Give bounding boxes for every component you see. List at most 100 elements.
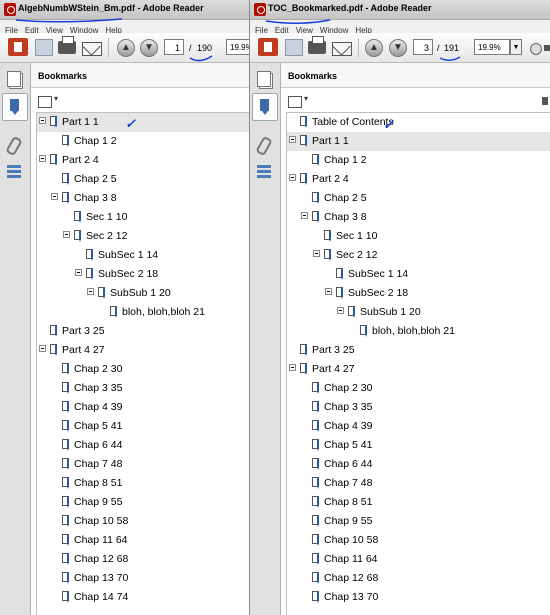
bookmark-item[interactable]: Table of Contents	[287, 113, 550, 132]
bookmark-item[interactable]: Chap 3 35	[37, 379, 249, 398]
next-page-icon[interactable]: ▼	[389, 39, 407, 57]
attachments-icon[interactable]	[5, 135, 23, 157]
bookmark-item[interactable]: Chap 8 51	[287, 493, 550, 512]
bookmark-item[interactable]: Chap 14 74	[37, 588, 249, 607]
bookmarks-panel-icon[interactable]	[2, 93, 28, 121]
collapse-toggle-icon[interactable]	[39, 117, 46, 124]
bookmark-item[interactable]: Chap 3 8	[287, 208, 550, 227]
previous-page-icon[interactable]: ▲	[117, 39, 135, 57]
bookmark-item[interactable]: SubSub 1 20	[287, 303, 550, 322]
bookmark-item[interactable]: Chap 12 68	[37, 550, 249, 569]
bookmark-item[interactable]: SubSec 1 14	[37, 246, 249, 265]
bookmark-item[interactable]: Chap 11 64	[287, 550, 550, 569]
save-icon[interactable]	[285, 39, 303, 56]
bookmark-item[interactable]: Chap 3 35	[287, 398, 550, 417]
bookmark-item[interactable]: Chap 2 5	[287, 189, 550, 208]
print-icon[interactable]	[308, 36, 326, 54]
zoom-input[interactable]: 19.9%	[226, 39, 249, 55]
collapse-toggle-icon[interactable]	[39, 345, 46, 352]
collapse-toggle-icon[interactable]	[75, 269, 82, 276]
bookmark-item[interactable]: Chap 7 48	[37, 455, 249, 474]
bookmark-item[interactable]: Chap 2 30	[287, 379, 550, 398]
bookmark-item[interactable]: SubSec 1 14	[287, 265, 550, 284]
bookmark-item[interactable]: Chap 13 70	[37, 569, 249, 588]
layers-icon[interactable]	[7, 165, 21, 179]
bookmark-item[interactable]: Chap 9 55	[287, 512, 550, 531]
bookmark-item[interactable]: Chap 9 55	[37, 493, 249, 512]
bookmark-item[interactable]: Chap 6 44	[287, 455, 550, 474]
bookmark-options-icon[interactable]	[288, 94, 308, 108]
bookmark-item[interactable]: Chap 10 58	[287, 531, 550, 550]
attachments-icon[interactable]	[255, 135, 273, 157]
bookmark-item[interactable]: Chap 6 44	[37, 436, 249, 455]
zoom-in-icon[interactable]	[530, 43, 542, 55]
bookmark-item[interactable]: Sec 1 10	[287, 227, 550, 246]
zoom-dropdown-icon[interactable]: ▼	[510, 39, 522, 55]
collapse-toggle-icon[interactable]	[325, 288, 332, 295]
print-icon[interactable]	[58, 36, 76, 54]
bookmark-item[interactable]: Sec 2 12	[287, 246, 550, 265]
bookmark-item[interactable]: Part 3 25	[287, 341, 550, 360]
bookmark-label: Chap 13 70	[74, 572, 129, 584]
toolbar-overflow-icon[interactable]	[544, 45, 550, 51]
bookmark-item[interactable]: Chap 2 5	[37, 170, 249, 189]
collapse-toggle-icon[interactable]	[313, 250, 320, 257]
next-page-icon[interactable]: ▼	[140, 39, 158, 57]
bookmarks-panel-icon[interactable]	[252, 93, 278, 121]
collapse-toggle-icon[interactable]	[289, 364, 296, 371]
bookmark-item[interactable]: Chap 10 58	[37, 512, 249, 531]
bookmark-item[interactable]: Chap 8 51	[37, 474, 249, 493]
bookmark-item[interactable]: Sec 2 12	[37, 227, 249, 246]
bookmark-label: Part 2 4	[62, 154, 99, 166]
bookmark-item[interactable]: Chap 5 41	[37, 417, 249, 436]
create-pdf-icon[interactable]	[8, 38, 28, 56]
bookmark-item[interactable]: Chap 4 39	[287, 417, 550, 436]
bookmark-item[interactable]: Part 2 4	[287, 170, 550, 189]
collapse-toggle-icon[interactable]	[63, 231, 70, 238]
bookmark-item[interactable]: Part 1 1	[37, 113, 249, 132]
previous-page-icon[interactable]: ▲	[365, 39, 383, 57]
bookmark-item[interactable]: Chap 5 41	[287, 436, 550, 455]
collapse-toggle-icon[interactable]	[39, 155, 46, 162]
bookmark-item[interactable]: Chap 1 2	[287, 151, 550, 170]
bookmark-item[interactable]: Chap 4 39	[37, 398, 249, 417]
bookmark-item[interactable]: Sec 1 10	[37, 208, 249, 227]
bookmark-item[interactable]: SubSub 1 20	[37, 284, 249, 303]
bookmark-item[interactable]: bloh, bloh,bloh 21	[287, 322, 550, 341]
save-icon[interactable]	[35, 39, 53, 56]
email-icon[interactable]	[332, 42, 352, 56]
collapse-toggle-icon[interactable]	[289, 136, 296, 143]
page-number-input[interactable]: 1	[164, 39, 184, 55]
page-thumbnails-icon[interactable]	[7, 71, 21, 87]
create-pdf-icon[interactable]	[258, 38, 278, 56]
bookmark-item[interactable]: Part 1 1	[287, 132, 550, 151]
collapse-toggle-icon[interactable]	[51, 193, 58, 200]
collapse-toggle-icon[interactable]	[289, 174, 296, 181]
bookmark-item[interactable]: Chap 3 8	[37, 189, 249, 208]
bookmark-item[interactable]: Part 3 25	[37, 322, 249, 341]
collapse-toggle-icon[interactable]	[87, 288, 94, 295]
bookmark-item[interactable]: Chap 12 68	[287, 569, 550, 588]
bookmark-item[interactable]: bloh, bloh,bloh 21	[37, 303, 249, 322]
bookmark-item[interactable]: Chap 2 30	[37, 360, 249, 379]
page-thumbnails-icon[interactable]	[257, 71, 271, 87]
bookmark-item[interactable]: SubSec 2 18	[37, 265, 249, 284]
bookmark-item[interactable]: Part 2 4	[37, 151, 249, 170]
collapse-toggle-icon[interactable]	[337, 307, 344, 314]
panel-scroll-icon[interactable]	[542, 97, 548, 105]
bookmark-item[interactable]: Chap 7 48	[287, 474, 550, 493]
bookmark-icon	[300, 173, 307, 185]
bookmark-item[interactable]: SubSec 2 18	[287, 284, 550, 303]
bookmark-label: SubSec 1 14	[98, 249, 159, 261]
bookmark-item[interactable]: Chap 11 64	[37, 531, 249, 550]
collapse-toggle-icon[interactable]	[301, 212, 308, 219]
bookmark-item[interactable]: Chap 13 70	[287, 588, 550, 607]
email-icon[interactable]	[82, 42, 102, 56]
layers-icon[interactable]	[257, 165, 271, 179]
bookmark-item[interactable]: Part 4 27	[287, 360, 550, 379]
bookmark-item[interactable]: Chap 1 2	[37, 132, 249, 151]
bookmark-item[interactable]: Part 4 27	[37, 341, 249, 360]
bookmark-options-icon[interactable]	[38, 94, 58, 108]
zoom-input[interactable]: 19.9%	[474, 39, 510, 55]
page-number-input[interactable]: 3	[413, 39, 433, 55]
